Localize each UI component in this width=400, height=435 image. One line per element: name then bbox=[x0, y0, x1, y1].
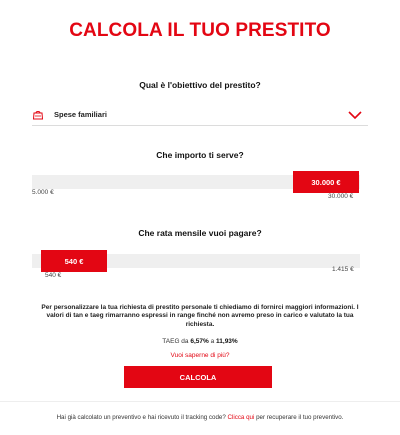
purpose-question: Qual è l'obiettivo del prestito? bbox=[139, 80, 261, 90]
amount-question: Che importo ti serve? bbox=[156, 150, 244, 160]
footer-text-before: Hai già calcolato un preventivo e hai ri… bbox=[56, 414, 228, 421]
taeg-high: 11,93% bbox=[216, 338, 238, 345]
amount-min-label: 5.000 € bbox=[32, 189, 54, 196]
amount-slider-handle[interactable]: 30.000 € bbox=[293, 171, 359, 193]
purpose-select[interactable]: Spese familiari bbox=[32, 104, 368, 126]
learn-more-link[interactable]: Vuoi saperne di più? bbox=[0, 352, 400, 359]
retrieve-quote-link[interactable]: Clicca qui bbox=[228, 414, 255, 421]
calculate-button[interactable]: CALCOLA bbox=[124, 366, 272, 388]
taeg-prefix: TAEG da bbox=[162, 338, 191, 345]
installment-question: Che rata mensile vuoi pagare? bbox=[138, 228, 262, 238]
amount-max-label: 30.000 € bbox=[328, 193, 354, 200]
taeg-low: 6,57% bbox=[190, 338, 209, 345]
page-title: CALCOLA IL TUO PRESTITO bbox=[69, 20, 331, 41]
taeg-range: TAEG da 6,57% a 11,93% bbox=[0, 338, 400, 345]
installment-max-label: 1.415 € bbox=[332, 266, 354, 273]
info-text: Per personalizzare la tua richiesta di p… bbox=[41, 304, 359, 328]
chevron-down-icon[interactable] bbox=[348, 110, 362, 120]
purpose-selected-value: Spese familiari bbox=[54, 110, 107, 119]
footer-text: Hai già calcolato un preventivo e hai ri… bbox=[0, 414, 400, 421]
divider bbox=[0, 401, 400, 402]
footer-text-after: per recuperare il tuo preventivo. bbox=[254, 414, 344, 421]
wallet-icon bbox=[32, 110, 44, 119]
taeg-mid: a bbox=[208, 338, 217, 345]
installment-min-label: 540 € bbox=[45, 272, 62, 279]
installment-slider-handle[interactable]: 540 € bbox=[41, 250, 107, 272]
